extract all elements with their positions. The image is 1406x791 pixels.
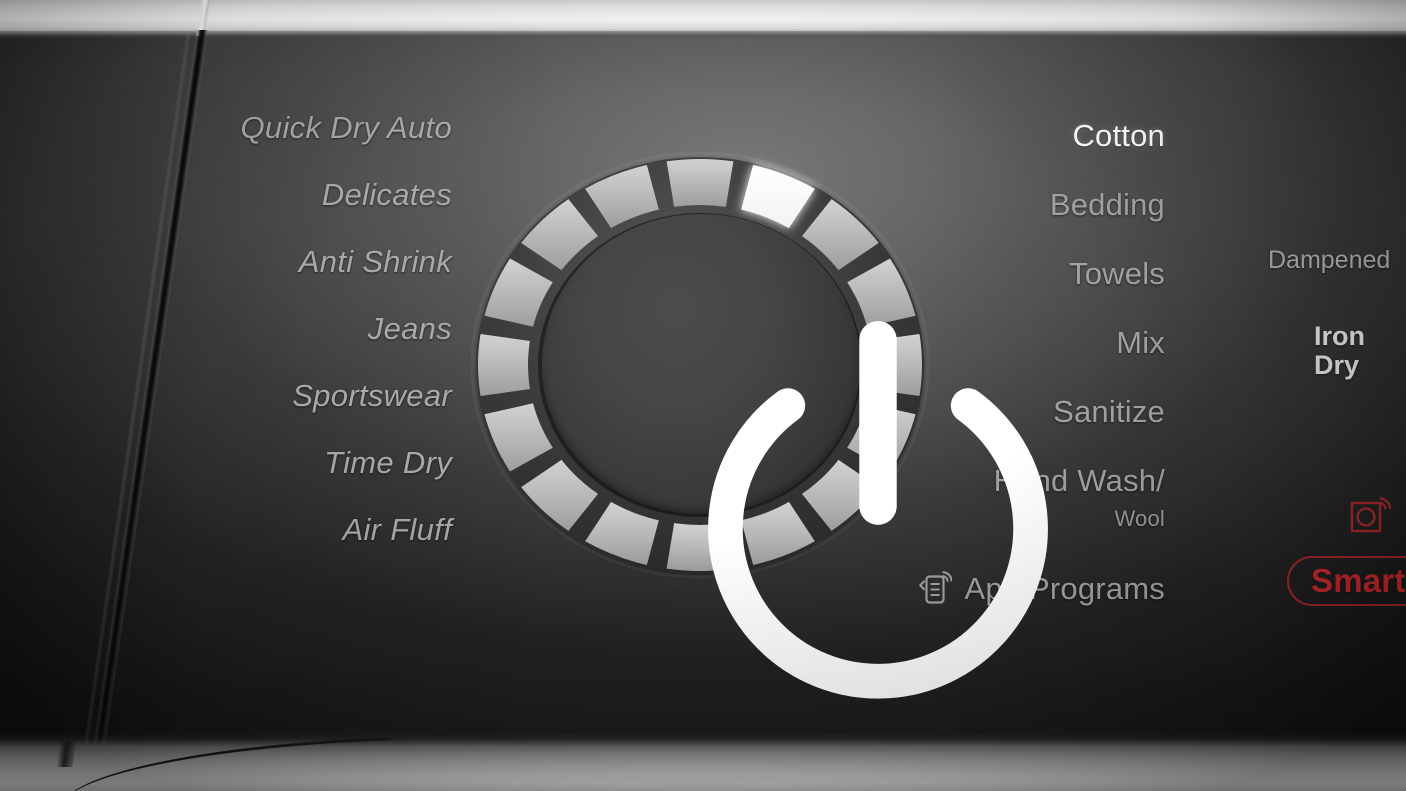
smart-dry-badge-label: SmartD [1311, 562, 1406, 599]
dryness-option-iron-line2: Dry [1314, 350, 1360, 381]
dial-segment[interactable] [666, 158, 734, 207]
dryness-option-dampened[interactable]: Dampened [1268, 248, 1406, 273]
appliance-lid-edge [0, 31, 1406, 38]
program-option-quick-dry-auto[interactable]: Quick Dry Auto [0, 112, 452, 143]
dryness-level-list: Dampened Iron Dry [1268, 248, 1406, 380]
dryness-option-iron-line1: Iron [1314, 321, 1365, 351]
program-option-delicates[interactable]: Delicates [0, 179, 452, 210]
program-option-anti-shrink[interactable]: Anti Shrink [0, 246, 452, 277]
dryer-control-panel: Quick Dry Auto Delicates Anti Shrink Jea… [0, 0, 1406, 791]
dryness-option-iron-dry[interactable]: Iron Dry [1314, 321, 1406, 381]
program-selector-dial[interactable] [470, 150, 1048, 699]
program-option-sportswear[interactable]: Sportswear [0, 380, 452, 411]
program-option-time-dry[interactable]: Time Dry [0, 447, 452, 478]
power-icon[interactable] [648, 305, 1048, 699]
dial-segment[interactable] [478, 334, 530, 396]
program-option-cotton[interactable]: Cotton [880, 120, 1165, 151]
program-option-air-fluff[interactable]: Air Fluff [0, 514, 452, 545]
home-connect-appliance-icon [1348, 494, 1392, 538]
program-option-jeans[interactable]: Jeans [0, 313, 452, 344]
appliance-lid-surface [0, 0, 1406, 34]
left-program-list: Quick Dry Auto Delicates Anti Shrink Jea… [0, 112, 452, 581]
smart-dry-badge[interactable]: SmartD [1287, 556, 1406, 606]
